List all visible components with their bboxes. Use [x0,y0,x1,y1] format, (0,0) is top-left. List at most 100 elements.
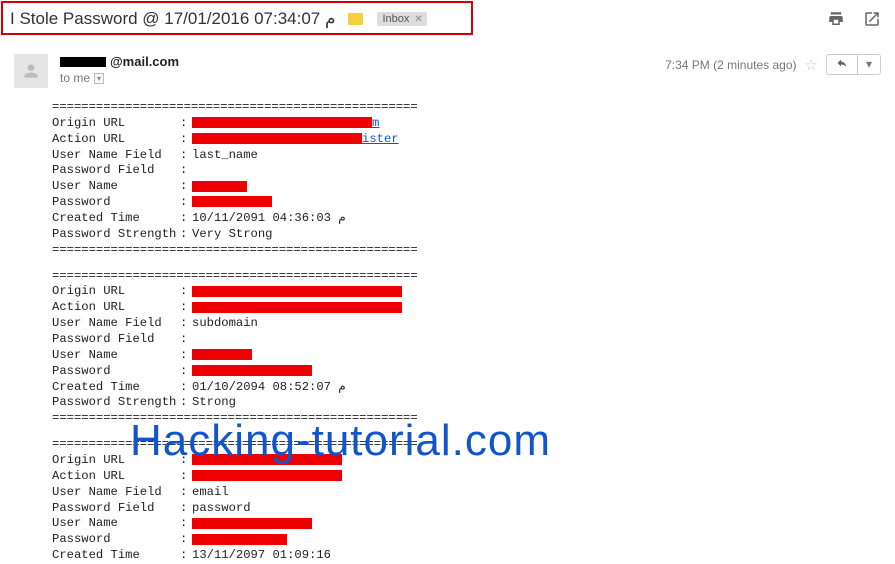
body-row: Created Time : 01/10/2094 08:52:07 م [52,380,895,396]
redacted-value [192,454,342,465]
email-timestamp: 7:34 PM (2 minutes ago) [665,58,796,72]
field-label: Password [52,364,180,380]
body-row: Password Strength : Very Strong [52,227,895,243]
body-row: Action URL : [52,469,895,485]
field-value [192,348,252,364]
field-label: Password Field [52,163,180,179]
folder-icon[interactable] [348,13,363,25]
body-row: Password Field : [52,163,895,179]
field-label: User Name [52,348,180,364]
body-row: Password : [52,195,895,211]
url-link[interactable]: m [192,116,379,130]
field-label: Origin URL [52,453,180,469]
separator-line: ========================================… [52,411,895,427]
field-value [192,469,342,485]
star-icon[interactable]: ☆ [805,56,818,74]
link-fragment[interactable]: ister [362,132,399,146]
sender-address[interactable]: @mail.com [60,54,653,69]
field-value: 13/11/2097 01:09:16 [192,548,331,564]
body-row: User Name Field : subdomain [52,316,895,332]
separator-line: ========================================… [52,100,895,116]
field-label: Origin URL [52,116,180,132]
field-value: last_name [192,148,258,164]
field-value [192,179,247,195]
field-label: User Name Field [52,316,180,332]
field-label: Created Time [52,380,180,396]
body-row: Created Time : 10/11/2091 04:36:03 م [52,211,895,227]
inbox-label-chip[interactable]: Inbox ✕ [377,12,427,26]
separator-line: ========================================… [52,269,895,285]
field-label: Created Time [52,548,180,564]
body-row: User Name : [52,516,895,532]
field-value: password [192,501,251,517]
field-value: 01/10/2094 08:52:07 م [192,380,346,396]
open-new-window-icon[interactable] [863,10,881,28]
body-row: Password Field : [52,332,895,348]
field-value: m [192,116,379,132]
inbox-label-text: Inbox [383,13,410,25]
field-label: User Name Field [52,485,180,501]
redacted-value [192,365,312,376]
field-value: subdomain [192,316,258,332]
body-row: Origin URL : [52,453,895,469]
field-value: Strong [192,395,236,411]
field-label: Created Time [52,211,180,227]
redacted-sender-prefix [60,57,106,67]
field-value [192,532,287,548]
sender-domain: @mail.com [110,54,179,69]
redacted-value [192,534,287,545]
field-value [192,516,312,532]
subject-bar: I Stole Password @ 17/01/2016 07:34:07 م… [0,0,895,38]
redacted-value [192,117,372,128]
field-value [192,453,342,469]
email-body: ========================================… [0,90,895,564]
print-icon[interactable] [827,10,845,28]
field-value [192,300,402,316]
email-header: @mail.com to me ▾ 7:34 PM (2 minutes ago… [0,38,895,90]
field-label: Action URL [52,469,180,485]
body-row: Password Field : password [52,501,895,517]
field-value: ister [192,132,399,148]
field-label: Origin URL [52,284,180,300]
body-row: User Name Field : last_name [52,148,895,164]
separator-line: ========================================… [52,243,895,259]
separator-line: ========================================… [52,437,895,453]
body-row: Password : [52,532,895,548]
email-subject: I Stole Password @ 17/01/2016 07:34:07 م [10,9,336,29]
sender-avatar[interactable] [14,54,48,88]
body-row: Password : [52,364,895,380]
redacted-value [192,349,252,360]
link-fragment[interactable]: m [372,116,379,130]
redacted-value [192,470,342,481]
field-label: Password [52,532,180,548]
body-row: User Name : [52,348,895,364]
details-dropdown-icon[interactable]: ▾ [94,73,104,84]
body-row: Action URL : ister [52,132,895,148]
remove-label-icon[interactable]: ✕ [414,14,422,25]
redacted-value [192,518,312,529]
field-label: Action URL [52,132,180,148]
body-row: User Name : [52,179,895,195]
field-label: User Name [52,179,180,195]
field-value [192,364,312,380]
field-label: User Name [52,516,180,532]
redacted-value [192,196,272,207]
body-row: User Name Field : email [52,485,895,501]
field-label: User Name Field [52,148,180,164]
to-line-text: to me [60,71,90,85]
field-value [192,284,402,300]
field-label: Action URL [52,300,180,316]
field-value: 10/11/2091 04:36:03 م [192,211,346,227]
reply-button[interactable] [827,55,857,74]
more-actions-button[interactable]: ▾ [857,55,880,74]
redacted-value [192,286,402,297]
field-label: Password Field [52,332,180,348]
field-value: Very Strong [192,227,272,243]
redacted-value [192,302,402,313]
redacted-value [192,181,247,192]
body-row: Action URL : [52,300,895,316]
body-row: Origin URL : [52,284,895,300]
body-row: Created Time : 13/11/2097 01:09:16 [52,548,895,564]
url-link[interactable]: ister [192,132,399,146]
field-value: email [192,485,229,501]
